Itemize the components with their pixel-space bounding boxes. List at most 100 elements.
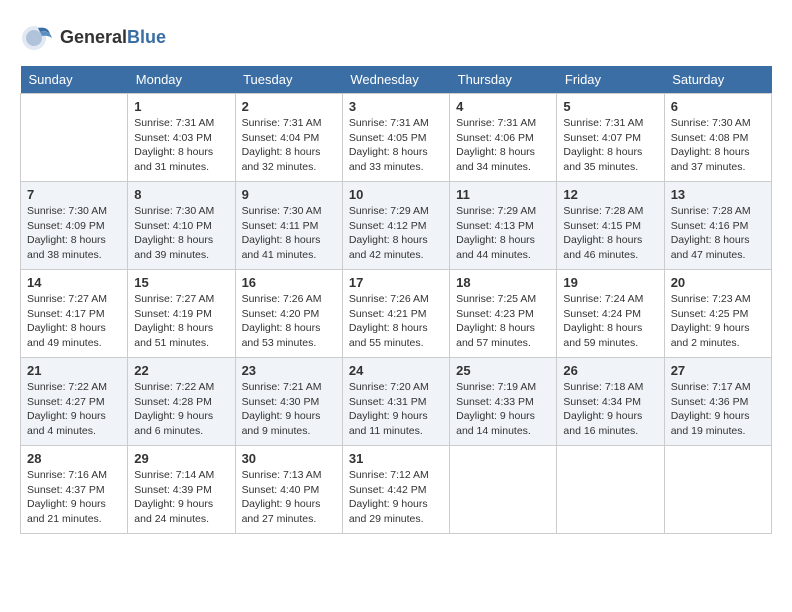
- calendar-day-cell: 2 Sunrise: 7:31 AMSunset: 4:04 PMDaylight…: [235, 94, 342, 182]
- day-info: Sunrise: 7:18 AMSunset: 4:34 PMDaylight:…: [563, 380, 657, 439]
- day-number: 10: [349, 187, 443, 202]
- calendar-day-cell: [21, 94, 128, 182]
- day-number: 25: [456, 363, 550, 378]
- day-number: 2: [242, 99, 336, 114]
- day-info: Sunrise: 7:31 AMSunset: 4:03 PMDaylight:…: [134, 116, 228, 175]
- day-info: Sunrise: 7:27 AMSunset: 4:19 PMDaylight:…: [134, 292, 228, 351]
- calendar-week-row: 7 Sunrise: 7:30 AMSunset: 4:09 PMDaylight…: [21, 182, 772, 270]
- day-number: 26: [563, 363, 657, 378]
- calendar-day-cell: 13 Sunrise: 7:28 AMSunset: 4:16 PMDayligh…: [664, 182, 771, 270]
- page-header: GeneralBlue: [20, 20, 772, 56]
- day-info: Sunrise: 7:21 AMSunset: 4:30 PMDaylight:…: [242, 380, 336, 439]
- day-number: 24: [349, 363, 443, 378]
- day-number: 3: [349, 99, 443, 114]
- calendar-day-cell: 10 Sunrise: 7:29 AMSunset: 4:12 PMDayligh…: [342, 182, 449, 270]
- day-number: 31: [349, 451, 443, 466]
- day-number: 15: [134, 275, 228, 290]
- calendar-header-row: SundayMondayTuesdayWednesdayThursdayFrid…: [21, 66, 772, 94]
- calendar-day-cell: 23 Sunrise: 7:21 AMSunset: 4:30 PMDayligh…: [235, 358, 342, 446]
- day-info: Sunrise: 7:28 AMSunset: 4:15 PMDaylight:…: [563, 204, 657, 263]
- day-number: 13: [671, 187, 765, 202]
- day-info: Sunrise: 7:31 AMSunset: 4:05 PMDaylight:…: [349, 116, 443, 175]
- day-info: Sunrise: 7:23 AMSunset: 4:25 PMDaylight:…: [671, 292, 765, 351]
- day-info: Sunrise: 7:27 AMSunset: 4:17 PMDaylight:…: [27, 292, 121, 351]
- day-number: 23: [242, 363, 336, 378]
- day-header-monday: Monday: [128, 66, 235, 94]
- day-header-wednesday: Wednesday: [342, 66, 449, 94]
- calendar-day-cell: 29Sunrise: 7:14 AMSunset: 4:39 PMDayligh…: [128, 446, 235, 534]
- calendar-day-cell: 30 Sunrise: 7:13 AMSunset: 4:40 PMDayligh…: [235, 446, 342, 534]
- calendar-day-cell: 24 Sunrise: 7:20 AMSunset: 4:31 PMDayligh…: [342, 358, 449, 446]
- day-number: 7: [27, 187, 121, 202]
- calendar-day-cell: 18 Sunrise: 7:25 AMSunset: 4:23 PMDayligh…: [450, 270, 557, 358]
- logo-icon: [20, 20, 56, 56]
- calendar-day-cell: 3 Sunrise: 7:31 AMSunset: 4:05 PMDaylight…: [342, 94, 449, 182]
- day-info: Sunrise: 7:28 AMSunset: 4:16 PMDaylight:…: [671, 204, 765, 263]
- calendar-week-row: 28Sunrise: 7:16 AMSunset: 4:37 PMDayligh…: [21, 446, 772, 534]
- day-number: 30: [242, 451, 336, 466]
- day-info: Sunrise: 7:29 AMSunset: 4:13 PMDaylight:…: [456, 204, 550, 263]
- calendar-day-cell: 6Sunrise: 7:30 AMSunset: 4:08 PMDaylight…: [664, 94, 771, 182]
- calendar-day-cell: 26 Sunrise: 7:18 AMSunset: 4:34 PMDayligh…: [557, 358, 664, 446]
- calendar-day-cell: 21 Sunrise: 7:22 AMSunset: 4:27 PMDayligh…: [21, 358, 128, 446]
- calendar-day-cell: 28Sunrise: 7:16 AMSunset: 4:37 PMDayligh…: [21, 446, 128, 534]
- day-info: Sunrise: 7:30 AMSunset: 4:09 PMDaylight:…: [27, 204, 121, 263]
- day-number: 14: [27, 275, 121, 290]
- day-number: 16: [242, 275, 336, 290]
- day-header-friday: Friday: [557, 66, 664, 94]
- calendar-day-cell: 27 Sunrise: 7:17 AMSunset: 4:36 PMDayligh…: [664, 358, 771, 446]
- day-info: Sunrise: 7:30 AMSunset: 4:08 PMDaylight:…: [671, 116, 765, 175]
- day-number: 8: [134, 187, 228, 202]
- day-number: 28: [27, 451, 121, 466]
- day-info: Sunrise: 7:26 AMSunset: 4:20 PMDaylight:…: [242, 292, 336, 351]
- day-number: 21: [27, 363, 121, 378]
- day-info: Sunrise: 7:22 AMSunset: 4:27 PMDaylight:…: [27, 380, 121, 439]
- day-info: Sunrise: 7:31 AMSunset: 4:06 PMDaylight:…: [456, 116, 550, 175]
- calendar-day-cell: [450, 446, 557, 534]
- calendar-day-cell: [664, 446, 771, 534]
- calendar-day-cell: 22Sunrise: 7:22 AMSunset: 4:28 PMDayligh…: [128, 358, 235, 446]
- day-info: Sunrise: 7:31 AMSunset: 4:07 PMDaylight:…: [563, 116, 657, 175]
- day-info: Sunrise: 7:12 AMSunset: 4:42 PMDaylight:…: [349, 468, 443, 527]
- day-info: Sunrise: 7:30 AMSunset: 4:11 PMDaylight:…: [242, 204, 336, 263]
- day-number: 20: [671, 275, 765, 290]
- day-info: Sunrise: 7:25 AMSunset: 4:23 PMDaylight:…: [456, 292, 550, 351]
- calendar-day-cell: 1 Sunrise: 7:31 AMSunset: 4:03 PMDaylight…: [128, 94, 235, 182]
- day-header-saturday: Saturday: [664, 66, 771, 94]
- calendar-day-cell: 12 Sunrise: 7:28 AMSunset: 4:15 PMDayligh…: [557, 182, 664, 270]
- day-info: Sunrise: 7:24 AMSunset: 4:24 PMDaylight:…: [563, 292, 657, 351]
- day-info: Sunrise: 7:13 AMSunset: 4:40 PMDaylight:…: [242, 468, 336, 527]
- calendar-week-row: 14 Sunrise: 7:27 AMSunset: 4:17 PMDayligh…: [21, 270, 772, 358]
- calendar-day-cell: 4Sunrise: 7:31 AMSunset: 4:06 PMDaylight…: [450, 94, 557, 182]
- day-info: Sunrise: 7:30 AMSunset: 4:10 PMDaylight:…: [134, 204, 228, 263]
- day-info: Sunrise: 7:29 AMSunset: 4:12 PMDaylight:…: [349, 204, 443, 263]
- logo-general: General: [60, 27, 127, 47]
- calendar-day-cell: 16 Sunrise: 7:26 AMSunset: 4:20 PMDayligh…: [235, 270, 342, 358]
- calendar-day-cell: 5 Sunrise: 7:31 AMSunset: 4:07 PMDaylight…: [557, 94, 664, 182]
- calendar-day-cell: 31 Sunrise: 7:12 AMSunset: 4:42 PMDayligh…: [342, 446, 449, 534]
- calendar-day-cell: 15 Sunrise: 7:27 AMSunset: 4:19 PMDayligh…: [128, 270, 235, 358]
- calendar-day-cell: 25Sunrise: 7:19 AMSunset: 4:33 PMDayligh…: [450, 358, 557, 446]
- day-number: 17: [349, 275, 443, 290]
- logo-blue: Blue: [127, 27, 166, 47]
- calendar-week-row: 21 Sunrise: 7:22 AMSunset: 4:27 PMDayligh…: [21, 358, 772, 446]
- day-number: 19: [563, 275, 657, 290]
- day-number: 1: [134, 99, 228, 114]
- calendar-day-cell: 9Sunrise: 7:30 AMSunset: 4:11 PMDaylight…: [235, 182, 342, 270]
- calendar-day-cell: [557, 446, 664, 534]
- day-number: 27: [671, 363, 765, 378]
- calendar-week-row: 1 Sunrise: 7:31 AMSunset: 4:03 PMDaylight…: [21, 94, 772, 182]
- day-number: 11: [456, 187, 550, 202]
- day-number: 5: [563, 99, 657, 114]
- day-number: 18: [456, 275, 550, 290]
- day-number: 22: [134, 363, 228, 378]
- day-info: Sunrise: 7:17 AMSunset: 4:36 PMDaylight:…: [671, 380, 765, 439]
- day-number: 12: [563, 187, 657, 202]
- day-info: Sunrise: 7:20 AMSunset: 4:31 PMDaylight:…: [349, 380, 443, 439]
- calendar-day-cell: 7 Sunrise: 7:30 AMSunset: 4:09 PMDaylight…: [21, 182, 128, 270]
- calendar-day-cell: 17Sunrise: 7:26 AMSunset: 4:21 PMDayligh…: [342, 270, 449, 358]
- day-info: Sunrise: 7:31 AMSunset: 4:04 PMDaylight:…: [242, 116, 336, 175]
- logo: GeneralBlue: [20, 20, 166, 56]
- day-header-sunday: Sunday: [21, 66, 128, 94]
- day-header-thursday: Thursday: [450, 66, 557, 94]
